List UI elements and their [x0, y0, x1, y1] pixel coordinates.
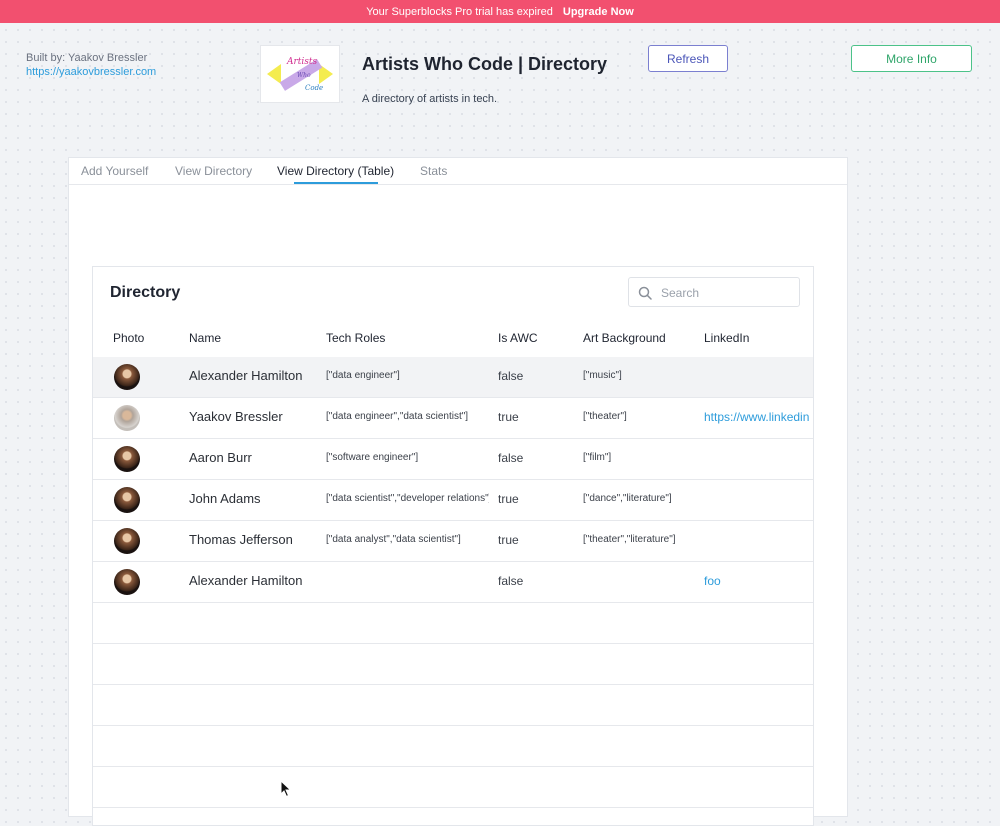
author-info: Built by: Yaakov Bressler https://yaakov…: [26, 51, 156, 79]
cell-is-awc: false: [498, 369, 524, 383]
table-row[interactable]: Alexander Hamilton ["data engineer"] fal…: [93, 357, 813, 398]
cell-art-background: ["film"]: [583, 452, 612, 463]
cell-name: Yaakov Bressler: [189, 409, 283, 424]
tab-bar: Add Yourself View Directory View Directo…: [69, 158, 847, 185]
logo-text-code: Code: [305, 84, 323, 92]
author-website-link[interactable]: https://yaakovbressler.com: [26, 65, 156, 79]
search-icon: [638, 286, 652, 300]
logo-text-who: Who: [297, 72, 311, 79]
avatar: [114, 405, 140, 431]
column-header-photo[interactable]: Photo: [113, 331, 144, 345]
cell-linkedin[interactable]: foo: [704, 574, 813, 588]
avatar: [114, 569, 140, 595]
app-logo: Artists Who Code: [260, 45, 340, 103]
table-row[interactable]: Yaakov Bressler ["data engineer","data s…: [93, 398, 813, 439]
cell-is-awc: true: [498, 410, 519, 424]
cell-is-awc: false: [498, 574, 524, 588]
directory-table-card: Directory Photo Name Tech Roles Is AWC A…: [92, 266, 814, 826]
cell-art-background: ["theater","literature"]: [583, 534, 676, 545]
tab-add-yourself[interactable]: Add Yourself: [81, 164, 148, 178]
table-row-empty: [93, 644, 813, 685]
column-header-is-awc[interactable]: Is AWC: [498, 331, 538, 345]
cell-tech-roles: ["data engineer","data scientist"]: [326, 411, 469, 422]
active-tab-indicator: [294, 182, 378, 184]
cell-name: Aaron Burr: [189, 450, 252, 465]
table-title: Directory: [110, 284, 181, 301]
tab-view-directory-table[interactable]: View Directory (Table): [277, 164, 394, 178]
cell-art-background: ["theater"]: [583, 411, 627, 422]
mouse-cursor-icon: [280, 780, 292, 798]
cell-tech-roles: ["data engineer"]: [326, 370, 400, 381]
table-row-empty: [93, 726, 813, 767]
table-row-empty: [93, 767, 813, 808]
upgrade-now-link[interactable]: Upgrade Now: [563, 6, 634, 18]
column-header-art-background[interactable]: Art Background: [583, 331, 666, 345]
avatar: [114, 446, 140, 472]
avatar: [114, 528, 140, 554]
column-header-name[interactable]: Name: [189, 331, 221, 345]
cell-tech-roles: ["software engineer"]: [326, 452, 419, 463]
cell-name: Alexander Hamilton: [189, 368, 303, 383]
logo-text-artists: Artists: [286, 57, 318, 67]
table-row[interactable]: Alexander Hamilton false foo: [93, 562, 813, 603]
cell-name: John Adams: [189, 491, 261, 506]
tab-stats[interactable]: Stats: [420, 164, 447, 178]
built-by-label: Built by: Yaakov Bressler: [26, 52, 148, 64]
cell-is-awc: false: [498, 451, 524, 465]
column-header-tech-roles[interactable]: Tech Roles: [326, 331, 385, 345]
table-header: Photo Name Tech Roles Is AWC Art Backgro…: [93, 327, 813, 358]
avatar: [114, 364, 140, 390]
page-subtitle: A directory of artists in tech.: [362, 93, 498, 105]
cell-name: Alexander Hamilton: [189, 573, 303, 588]
cell-is-awc: true: [498, 533, 519, 547]
table-row[interactable]: Thomas Jefferson ["data analyst","data s…: [93, 521, 813, 562]
cell-linkedin[interactable]: https://www.linkedin: [704, 410, 813, 424]
table-body: Alexander Hamilton ["data engineer"] fal…: [93, 357, 813, 808]
table-row-empty: [93, 685, 813, 726]
cell-art-background: ["dance","literature"]: [583, 493, 672, 504]
cell-tech-roles: ["data scientist","developer relations"]: [326, 493, 489, 504]
table-row[interactable]: John Adams ["data scientist","developer …: [93, 480, 813, 521]
more-info-button[interactable]: More Info: [851, 45, 972, 72]
cell-art-background: ["music"]: [583, 370, 622, 381]
column-header-linkedin[interactable]: LinkedIn: [704, 331, 749, 345]
cell-name: Thomas Jefferson: [189, 532, 293, 547]
trial-banner: Your Superblocks Pro trial has expired U…: [0, 0, 1000, 23]
table-row-empty: [93, 603, 813, 644]
page-title: Artists Who Code | Directory: [362, 54, 608, 74]
cell-tech-roles: ["data analyst","data scientist"]: [326, 534, 461, 545]
main-panel: Add Yourself View Directory View Directo…: [68, 157, 848, 826]
table-row[interactable]: Aaron Burr ["software engineer"] false […: [93, 439, 813, 480]
avatar: [114, 487, 140, 513]
search-box[interactable]: [628, 277, 800, 307]
cell-is-awc: true: [498, 492, 519, 506]
search-input[interactable]: [659, 283, 793, 303]
refresh-button[interactable]: Refresh: [648, 45, 728, 72]
tab-view-directory[interactable]: View Directory: [175, 164, 252, 178]
trial-banner-text: Your Superblocks Pro trial has expired: [366, 5, 553, 18]
